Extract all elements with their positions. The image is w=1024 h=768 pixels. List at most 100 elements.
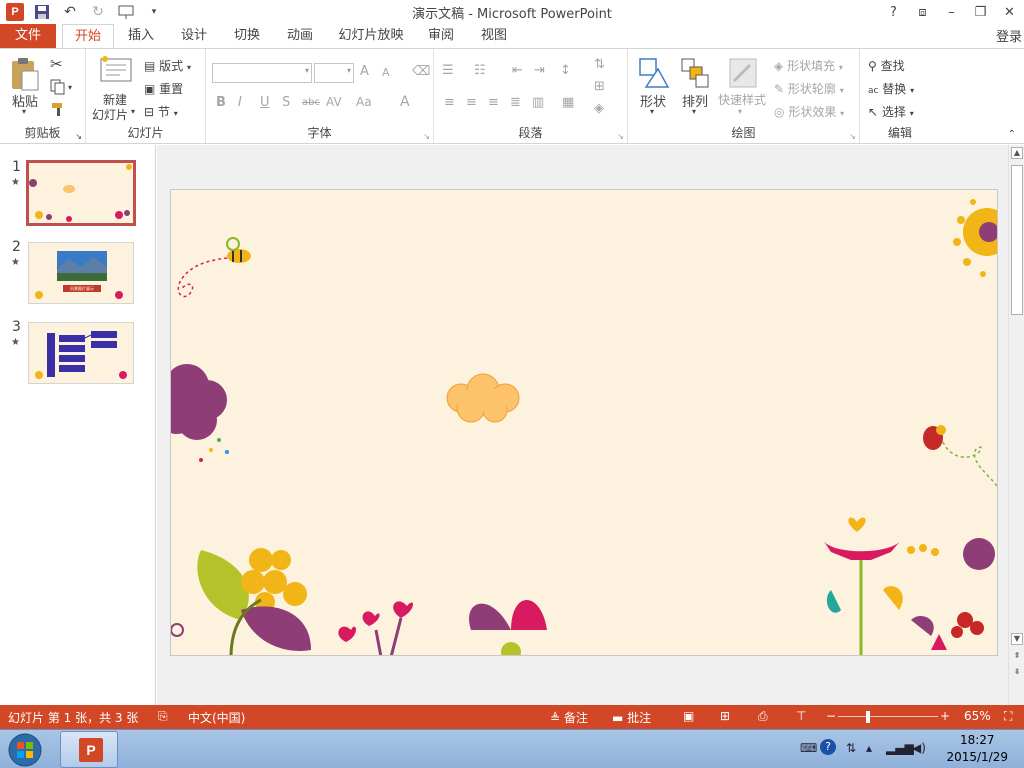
quick-styles-icon[interactable] (728, 57, 758, 92)
scrollbar-thumb[interactable] (1011, 165, 1023, 315)
tab-slideshow[interactable]: 幻灯片放映 (334, 24, 408, 48)
slide-thumbnail-2[interactable]: 风景图片展示 (28, 242, 134, 304)
increase-indent-icon[interactable]: ⇥ (534, 63, 545, 78)
maximize-button[interactable]: ❐ (966, 0, 995, 24)
proofing-icon[interactable]: ⎘ (158, 709, 168, 724)
character-spacing-icon[interactable]: AV (326, 95, 342, 109)
slide-count-status[interactable]: 幻灯片 第 1 张，共 3 张 (8, 709, 138, 726)
shape-outline-button[interactable]: ✎ 形状轮廓 ▾ (774, 80, 844, 97)
notes-button[interactable]: ≜ 备注 (550, 709, 588, 726)
bullets-icon[interactable]: ☰ (442, 63, 454, 78)
tab-animations[interactable]: 动画 (279, 24, 321, 48)
normal-view-icon[interactable]: ▣ (683, 709, 694, 723)
slide-thumbnail-1[interactable] (26, 160, 136, 226)
font-family-dropdown[interactable]: ▾ (212, 63, 312, 83)
numbering-icon[interactable]: ☷ (474, 63, 486, 78)
underline-icon[interactable]: U (260, 95, 270, 110)
paste-dropdown-icon[interactable]: ▾ (22, 107, 26, 116)
slide-thumbnail-3[interactable] (28, 322, 134, 384)
volume-icon[interactable]: ◀) (912, 741, 926, 755)
bold-icon[interactable]: B (216, 95, 226, 110)
language-status[interactable]: 中文(中国) (188, 709, 245, 726)
italic-icon[interactable]: I (238, 95, 242, 110)
help-button[interactable]: ? (879, 0, 908, 24)
font-color-icon[interactable]: A (400, 94, 410, 110)
arrange-icon[interactable] (680, 57, 710, 92)
slideshow-view-icon[interactable]: ⊤ (796, 709, 806, 723)
cut-icon[interactable]: ✂ (50, 55, 63, 73)
network-tray-icon[interactable]: ⇅ (846, 741, 856, 755)
copy-dropdown-icon[interactable]: ▾ (68, 83, 72, 92)
tab-transitions[interactable]: 切换 (226, 24, 268, 48)
show-hidden-icons-icon[interactable]: ▴ (866, 741, 872, 755)
align-right-icon[interactable]: ≡ (488, 95, 499, 110)
text-direction-icon[interactable]: ⇅ (594, 57, 605, 72)
smartart-icon[interactable]: ◈ (594, 101, 604, 116)
justify-icon[interactable]: ≣ (510, 95, 521, 110)
paragraph-dialog-launcher-icon[interactable]: ↘ (617, 132, 624, 141)
slide-editor-canvas[interactable] (157, 145, 1008, 705)
zoom-slider[interactable] (838, 716, 938, 717)
decrease-indent-icon[interactable]: ⇤ (512, 63, 523, 78)
login-link[interactable]: 登录 (996, 26, 1022, 45)
orange-cloud-shape[interactable] (446, 373, 520, 423)
shape-effects-button[interactable]: ◎ 形状效果 ▾ (774, 103, 844, 120)
distribute-icon[interactable]: ▥ (532, 95, 544, 110)
scroll-down-icon[interactable]: ▼ (1011, 633, 1023, 645)
zoom-in-icon[interactable]: + (940, 709, 950, 723)
new-slide-label[interactable]: 幻灯片 (92, 106, 128, 123)
next-slide-icon[interactable]: ⇟ (1011, 667, 1023, 679)
copy-icon[interactable] (50, 79, 66, 98)
quick-styles-dropdown-icon[interactable]: ▾ (738, 107, 742, 116)
ribbon-display-options-button[interactable]: ⧈ (908, 0, 937, 24)
slide-thumbnail-panel[interactable]: 1 ★ 2 ★ 风景图片展示 3 ★ (0, 145, 156, 705)
line-spacing-icon[interactable]: ↕ (560, 63, 571, 78)
minimize-button[interactable]: – (937, 0, 966, 24)
reading-view-icon[interactable]: ⎙ (758, 709, 768, 724)
shrink-font-icon[interactable]: A (382, 66, 390, 79)
clear-formatting-icon[interactable]: ⌫ (412, 64, 430, 79)
section-button[interactable]: ⊟ 节 ▾ (144, 103, 178, 120)
layout-button[interactable]: ▤ 版式 ▾ (144, 57, 191, 74)
font-dialog-launcher-icon[interactable]: ↘ (423, 132, 430, 141)
arrange-dropdown-icon[interactable]: ▾ (692, 107, 696, 116)
keyboard-icon[interactable]: ⌨ (800, 741, 817, 755)
columns-icon[interactable]: ▦ (562, 95, 574, 110)
new-slide-dropdown-icon[interactable]: ▾ (131, 107, 135, 116)
quick-styles-button[interactable]: 快速样式 (718, 91, 766, 108)
align-center-icon[interactable]: ≡ (466, 95, 477, 110)
align-left-icon[interactable]: ≡ (444, 95, 455, 110)
fit-to-window-icon[interactable]: ⛶ (1004, 709, 1012, 724)
shapes-dropdown-icon[interactable]: ▾ (650, 107, 654, 116)
text-shadow-icon[interactable]: S (282, 95, 290, 110)
current-slide[interactable] (170, 189, 998, 656)
slide-sorter-view-icon[interactable]: ⊞ (720, 709, 730, 723)
shape-fill-button[interactable]: ◈ 形状填充 ▾ (774, 57, 843, 74)
select-button[interactable]: ↖ 选择 ▾ (868, 103, 914, 120)
zoom-level[interactable]: 65% (964, 709, 991, 723)
grow-font-icon[interactable]: A (360, 64, 369, 79)
help-tray-icon[interactable]: ? (820, 739, 836, 755)
paste-icon[interactable] (10, 57, 40, 94)
shapes-icon[interactable] (638, 57, 670, 92)
tab-design[interactable]: 设计 (173, 24, 215, 48)
replace-button[interactable]: ac 替换 ▾ (868, 80, 914, 97)
align-text-icon[interactable]: ⊞ (594, 79, 605, 94)
vertical-scrollbar[interactable]: ▲ ▼ ⇞ ⇟ (1008, 145, 1024, 705)
font-size-dropdown[interactable]: ▾ (314, 63, 354, 83)
tab-insert[interactable]: 插入 (120, 24, 162, 48)
strikethrough-icon[interactable]: abc (302, 97, 320, 108)
format-painter-icon[interactable] (50, 101, 66, 120)
comments-button[interactable]: ▬ 批注 (612, 709, 651, 726)
previous-slide-icon[interactable]: ⇞ (1011, 651, 1023, 663)
collapse-ribbon-icon[interactable]: ⌃ (1008, 129, 1016, 140)
zoom-out-icon[interactable]: − (826, 709, 836, 723)
signal-icon[interactable]: ▂▄▆ (886, 741, 914, 755)
change-case-icon[interactable]: Aa (356, 95, 372, 109)
scroll-up-icon[interactable]: ▲ (1011, 147, 1023, 159)
taskbar-powerpoint-app[interactable]: P (60, 731, 118, 768)
close-button[interactable]: ✕ (995, 0, 1024, 24)
start-button[interactable] (5, 732, 45, 768)
tab-review[interactable]: 审阅 (420, 24, 462, 48)
new-slide-icon[interactable] (100, 55, 132, 88)
